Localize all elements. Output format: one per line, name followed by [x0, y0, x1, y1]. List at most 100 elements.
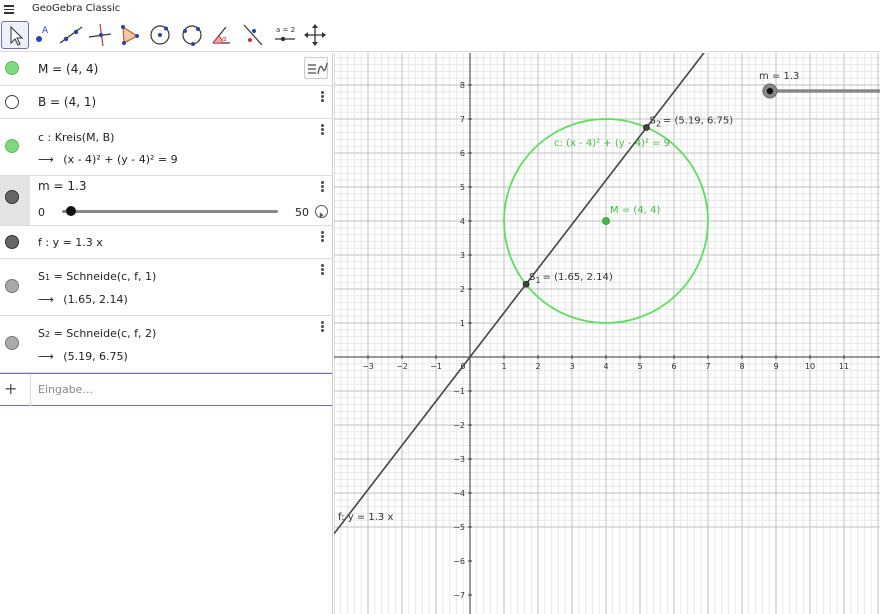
algebra-row-s2[interactable]: S2 = Schneide(c, f, 2) ⟶ (5.19, 6.75)	[0, 316, 332, 373]
slider-min-label: 0	[38, 206, 45, 219]
y-tick-label: 1	[460, 319, 465, 328]
arrow-right-icon: ⟶	[38, 350, 54, 363]
s2-command: = Schneide(c, f, 2)	[53, 327, 157, 340]
reflect-tool-icon[interactable]	[239, 21, 267, 49]
y-tick-label: 3	[460, 251, 465, 260]
point-tool-icon[interactable]: A	[29, 21, 57, 49]
slider-definition: m = 1.3	[38, 179, 87, 193]
algebra-row-m-point[interactable]: M = (4, 4)	[0, 53, 332, 86]
y-tick-label: −1	[453, 387, 465, 396]
x-tick-label: 4	[603, 362, 608, 371]
plus-icon[interactable]: +	[4, 379, 17, 398]
visibility-toggle-icon[interactable]	[5, 139, 19, 153]
s1-output: ⟶ (1.65, 2.14)	[38, 293, 128, 306]
y-tick-label: 8	[460, 81, 465, 90]
point-m	[602, 217, 610, 225]
play-button-icon[interactable]	[315, 205, 328, 218]
slider-max-label: 50	[295, 206, 309, 219]
circle-tool-icon[interactable]	[146, 21, 174, 49]
move-graphics-tool-icon[interactable]	[301, 21, 329, 49]
more-options-icon[interactable]	[321, 124, 325, 136]
x-tick-label: 8	[739, 362, 744, 371]
input-placeholder[interactable]: Eingabe...	[38, 383, 93, 396]
angle-tool-icon[interactable]: α	[208, 21, 236, 49]
y-tick-label: −6	[453, 557, 465, 566]
y-tick-label: −4	[453, 489, 465, 498]
more-options-icon[interactable]	[321, 91, 325, 103]
y-tick-label: 4	[460, 217, 465, 226]
point-label-m: M = (4, 4)	[610, 205, 660, 216]
hamburger-menu-icon[interactable]	[4, 3, 14, 17]
more-options-icon[interactable]	[321, 321, 325, 333]
m-point-definition: M = (4, 4)	[38, 62, 99, 76]
s1-command: = Schneide(c, f, 1)	[53, 270, 157, 283]
arrow-right-icon: ⟶	[38, 293, 54, 306]
arrow-right-icon: ⟶	[38, 153, 54, 166]
y-tick-label: −7	[453, 591, 465, 600]
algebra-row-line-f[interactable]: f : y = 1.3 x	[0, 226, 332, 259]
polygon-tool-icon[interactable]	[115, 21, 143, 49]
algebra-row-b-point[interactable]: B = (4, 1)	[0, 86, 332, 119]
graphics-view[interactable]: −3−2−101234567891011−7−6−5−4−3−2−1123456…	[334, 53, 880, 614]
graphics-slider-handle-dot	[766, 87, 774, 95]
x-tick-label: −1	[430, 362, 442, 371]
visibility-toggle-icon[interactable]	[5, 190, 19, 204]
s1-value: (1.65, 2.14)	[63, 293, 128, 306]
y-tick-label: 7	[460, 115, 465, 124]
input-bar[interactable]: + Eingabe...	[0, 373, 332, 406]
x-tick-label: 3	[569, 362, 574, 371]
visibility-toggle-icon[interactable]	[5, 279, 19, 293]
visibility-toggle-icon[interactable]	[5, 61, 19, 75]
x-tick-label: −3	[362, 362, 374, 371]
x-tick-label: −2	[396, 362, 408, 371]
algebra-view: M = (4, 4) B = (4, 1) c : Kreis(M, B) ⟶ …	[0, 53, 333, 614]
circle-three-points-tool-icon[interactable]	[178, 21, 206, 49]
visibility-toggle-icon[interactable]	[5, 336, 19, 350]
s2-output: ⟶ (5.19, 6.75)	[38, 350, 128, 363]
circle-output: ⟶ (x - 4)² + (y - 4)² = 9	[38, 153, 178, 166]
s2-value: (5.19, 6.75)	[63, 350, 128, 363]
slider-handle[interactable]	[66, 206, 76, 216]
x-tick-label: 11	[839, 362, 849, 371]
line-definition: f : y = 1.3 x	[38, 236, 103, 249]
visibility-toggle-icon[interactable]	[5, 95, 19, 109]
more-options-icon[interactable]	[321, 231, 325, 243]
y-tick-label: 2	[460, 285, 465, 294]
point-label-s1: S1 = (1.65, 2.14)	[529, 272, 613, 285]
circle-equation: (x - 4)² + (y - 4)² = 9	[63, 153, 178, 166]
algebra-settings-icon[interactable]	[304, 57, 328, 79]
slider-track[interactable]	[62, 210, 278, 213]
y-tick-label: 6	[460, 149, 465, 158]
visibility-toggle-icon[interactable]	[5, 235, 19, 249]
s2-definition: S2 = Schneide(c, f, 2)	[38, 327, 157, 340]
line-tool-icon[interactable]	[57, 21, 85, 49]
point-label-s2: S2 = (5.19, 6.75)	[649, 116, 733, 129]
more-options-icon[interactable]	[321, 181, 325, 193]
x-tick-label: 2	[535, 362, 540, 371]
slider-tool-label: a = 2	[276, 26, 295, 34]
algebra-row-s1[interactable]: S1 = Schneide(c, f, 1) ⟶ (1.65, 2.14)	[0, 259, 332, 316]
b-point-definition: B = (4, 1)	[38, 95, 97, 109]
input-divider	[30, 374, 31, 406]
more-options-icon[interactable]	[321, 264, 325, 276]
circle-definition: c : Kreis(M, B)	[38, 131, 115, 144]
x-tick-label: 7	[705, 362, 710, 371]
svg-text:α: α	[222, 35, 227, 43]
y-tick-label: −5	[453, 523, 465, 532]
app-title: GeoGebra Classic	[32, 3, 121, 14]
x-tick-label: 6	[671, 362, 676, 371]
algebra-row-circle[interactable]: c : Kreis(M, B) ⟶ (x - 4)² + (y - 4)² = …	[0, 119, 332, 176]
line-label: f: y = 1.3 x	[338, 512, 393, 523]
x-tick-label: 5	[637, 362, 642, 371]
algebra-row-slider-m[interactable]: m = 1.3 0 50	[0, 176, 332, 226]
svg-text:A: A	[42, 26, 49, 36]
x-tick-label: 9	[773, 362, 778, 371]
y-tick-label: 5	[460, 183, 465, 192]
graphics-canvas[interactable]: −3−2−101234567891011−7−6−5−4−3−2−1123456…	[334, 53, 880, 614]
y-tick-label: −3	[453, 455, 465, 464]
move-tool-icon[interactable]	[1, 21, 29, 49]
perpendicular-tool-icon[interactable]	[86, 21, 114, 49]
slider-tool-icon[interactable]: a = 2	[271, 21, 299, 49]
x-tick-label: 10	[805, 362, 815, 371]
graphics-slider-label: m = 1.3	[759, 71, 799, 82]
